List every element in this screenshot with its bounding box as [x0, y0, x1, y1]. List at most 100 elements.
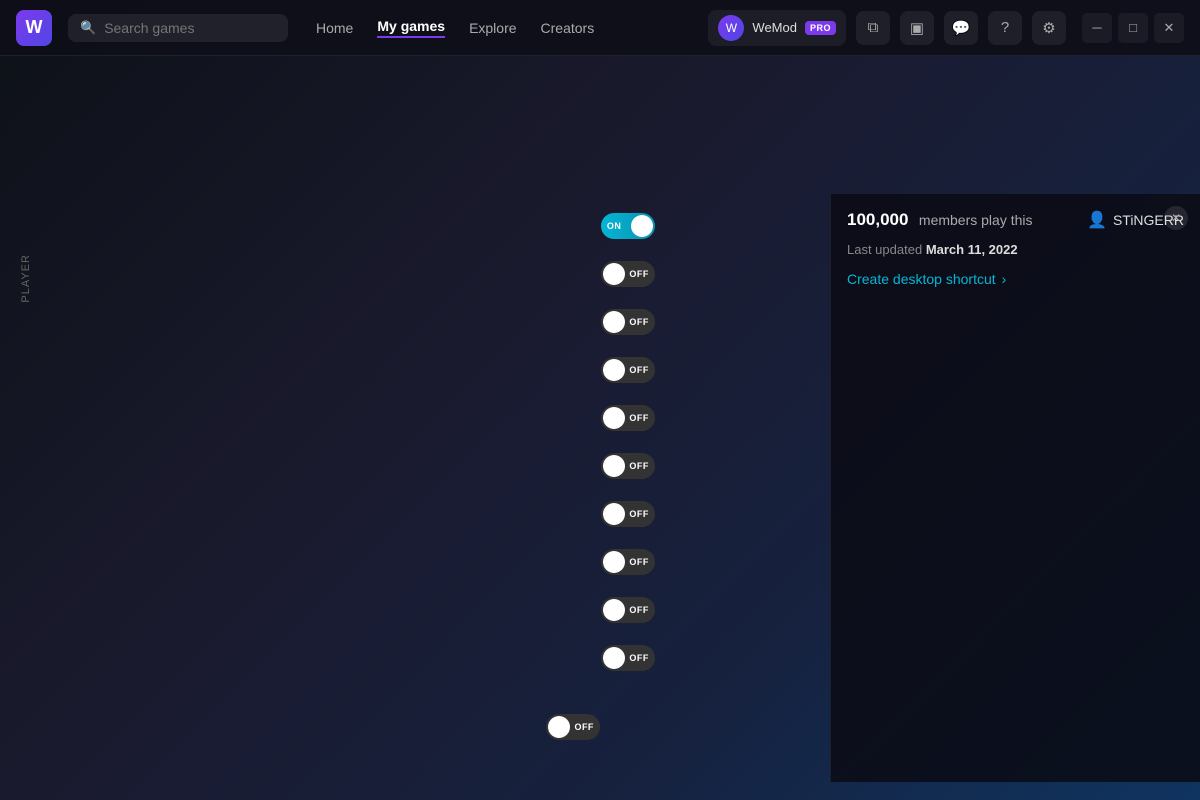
key-ctrl-unlimited-legacy[interactable]: CTRL	[679, 714, 730, 740]
bolt-icon-unlimited-dopamine: ⚡	[68, 458, 84, 474]
minimize-button[interactable]: ─	[1082, 13, 1112, 43]
key-numpad0-easy-change-gen[interactable]: NUMPAD 0	[734, 645, 814, 671]
sidebar-divider-1	[14, 323, 38, 324]
toggle-unlimited-health[interactable]: ON	[601, 213, 655, 239]
cheat-row-no-hunger: ⚡ No Hunger OFF Toggle NUMPAD 3	[52, 298, 830, 346]
keybind-unlimited-health: Toggle NUMPAD 1	[665, 213, 814, 239]
key-numpad5-no-fatigue[interactable]: NUMPAD 5	[734, 405, 814, 431]
key-numpad9-unlimited-neural[interactable]: NUMPAD 9	[734, 597, 814, 623]
window-icon-btn[interactable]: ▣	[900, 11, 934, 45]
last-updated-date: March 11, 2022	[926, 242, 1018, 257]
toggle-label-no-hunger: OFF	[629, 317, 649, 327]
platform-tab-steam[interactable]: ♨ Steam	[20, 153, 118, 193]
app-logo[interactable]: W	[16, 10, 52, 46]
search-icon: 🔍	[80, 20, 96, 36]
key-toggle-no-poisoning[interactable]: Toggle	[665, 549, 730, 575]
key-toggle-no-hunger[interactable]: Toggle	[665, 309, 730, 335]
breadcrumb-root[interactable]: My games	[20, 68, 80, 83]
copy-icon-btn[interactable]: ⧉	[856, 11, 890, 45]
search-bar[interactable]: 🔍	[68, 14, 288, 42]
sidebar-item-misc[interactable]	[24, 502, 28, 602]
bolt-icon-no-poisoning: ⚡	[68, 554, 84, 570]
create-desktop-shortcut-link[interactable]: Create desktop shortcut ›	[847, 271, 1184, 287]
shortcut-label: Create desktop shortcut	[847, 271, 996, 287]
keybind-no-thirst: Toggle NUMPAD 4	[665, 357, 814, 383]
platform-tab-epic[interactable]: ε Epic	[122, 153, 207, 193]
toggle-knob-unlimited-dopamine	[603, 455, 625, 477]
close-button[interactable]: ✕	[1154, 13, 1184, 43]
key-toggle-unlimited-stamina[interactable]: Toggle	[665, 261, 730, 287]
user-name: WeMod	[752, 20, 797, 35]
keybind-fast-heal: Toggle NUMPAD 7	[665, 501, 814, 527]
tab-history[interactable]: History	[1108, 154, 1180, 192]
keybind-unlimited-neural: Toggle NUMPAD 9	[665, 597, 814, 623]
toggle-no-poisoning[interactable]: OFF	[601, 549, 655, 575]
info-updated: Last updated March 11, 2022	[847, 242, 1184, 257]
key-toggle-unlimited-dopamine[interactable]: Toggle	[665, 453, 730, 479]
key-numpad2-unlimited-stamina[interactable]: NUMPAD 2	[734, 261, 814, 287]
cheat-name-no-hunger: No Hunger	[94, 314, 591, 330]
game-header: Ancestors The Humankind Odyssey ☆ ⚡ Save…	[0, 91, 1200, 153]
nav-home[interactable]: Home	[316, 20, 353, 36]
cheat-row-no-fatigue: ⚡ No Fatigue OFF Toggle NUMPAD 5	[52, 394, 830, 442]
body-layout: 👤 Player 📊 ✕ ⚡ Unlimited Health ON Toggl…	[0, 194, 1200, 782]
toggle-unlimited-stamina[interactable]: OFF	[601, 261, 655, 287]
settings-icon-btn[interactable]: ⚙	[1032, 11, 1066, 45]
key-numpad6-unlimited-dopamine[interactable]: NUMPAD 6	[734, 453, 814, 479]
breadcrumb: My games ›	[0, 56, 1200, 91]
toggle-unlimited-neural[interactable]: OFF	[601, 597, 655, 623]
platform-tabs: ♨ Steam ε Epic 💬 Info | History	[0, 153, 1200, 194]
toggle-knob-no-poisoning	[603, 551, 625, 573]
toggle-fast-heal[interactable]: OFF	[601, 501, 655, 527]
help-icon-btn[interactable]: ?	[988, 11, 1022, 45]
steam-icon: ♨	[36, 163, 54, 181]
toggle-no-fatigue[interactable]: OFF	[601, 405, 655, 431]
toggle-label-no-poisoning: OFF	[629, 557, 649, 567]
cheat-name-unlimited-health: Unlimited Health	[94, 218, 591, 234]
key-toggle-unlimited-legacy[interactable]: Toggle	[610, 714, 675, 740]
key-toggle-unlimited-neural[interactable]: Toggle	[665, 597, 730, 623]
key-toggle-unlimited-health[interactable]: Toggle	[665, 213, 730, 239]
info-close-button[interactable]: ✕	[1164, 206, 1188, 230]
toggle-no-thirst[interactable]: OFF	[601, 357, 655, 383]
cheat-row-unlimited-dopamine: ⚡ Unlimited Dopamine OFF Toggle NUMPAD 6	[52, 442, 830, 490]
nav-explore[interactable]: Explore	[469, 20, 516, 36]
chat-icon[interactable]: 💬	[1015, 163, 1037, 184]
key-numpad1-unlimited-health[interactable]: NUMPAD 1	[734, 213, 814, 239]
sidebar-item-player[interactable]: 👤	[8, 210, 44, 246]
cheats-container: ⚡ Unlimited Health ON Toggle NUMPAD 1 ⚡ …	[52, 194, 830, 782]
cheat-name-unlimited-dopamine: Unlimited Dopamine	[94, 458, 591, 474]
key-toggle-easy-change-gen[interactable]: Toggle	[665, 645, 730, 671]
search-input[interactable]	[104, 20, 276, 36]
play-button[interactable]: W Play ▾	[1068, 96, 1180, 136]
discord-icon-btn[interactable]: 💬	[944, 11, 978, 45]
sidebar-item-world[interactable]: ✕	[8, 421, 44, 457]
nav-my-games[interactable]: My games	[377, 18, 445, 38]
cheat-row-unlimited-legacy: ⚡ Unlimited Legacy Points OFF Toggle CTR…	[52, 703, 830, 751]
toggle-unlimited-legacy[interactable]: OFF	[546, 714, 600, 740]
toggle-no-hunger[interactable]: OFF	[601, 309, 655, 335]
toggle-knob-unlimited-legacy	[548, 716, 570, 738]
key-toggle-no-fatigue[interactable]: Toggle	[665, 405, 730, 431]
sidebar-item-stats[interactable]: 📊	[8, 344, 44, 380]
key-toggle-no-thirst[interactable]: Toggle	[665, 357, 730, 383]
cheat-name-unlimited-stamina: Unlimited Stamina	[94, 266, 591, 282]
key-numpad3-no-hunger[interactable]: NUMPAD 3	[734, 309, 814, 335]
key-toggle-fast-heal[interactable]: Toggle	[665, 501, 730, 527]
sidebar-label-player: Player	[20, 254, 32, 303]
tab-info[interactable]: Info	[1053, 154, 1104, 192]
user-badge[interactable]: W WeMod PRO	[708, 10, 846, 46]
toggle-unlimited-dopamine[interactable]: OFF	[601, 453, 655, 479]
nav-right: W WeMod PRO ⧉ ▣ 💬 ? ⚙ ─ □ ✕	[708, 10, 1184, 46]
key-numpad8-no-poisoning[interactable]: NUMPAD 8	[734, 549, 814, 575]
key-numpad4-no-thirst[interactable]: NUMPAD 4	[734, 357, 814, 383]
toggle-knob-no-thirst	[603, 359, 625, 381]
play-we-logo: W	[1088, 106, 1108, 126]
toggle-easy-change-gen[interactable]: OFF	[601, 645, 655, 671]
favorite-icon[interactable]: ☆	[511, 104, 529, 129]
key-numpad7-fast-heal[interactable]: NUMPAD 7	[734, 501, 814, 527]
maximize-button[interactable]: □	[1118, 13, 1148, 43]
nav-creators[interactable]: Creators	[541, 20, 595, 36]
save-cheats-button[interactable]: ⚡ Save cheats 1	[887, 95, 1056, 137]
key-numpad1-unlimited-legacy[interactable]: NUMPAD 1	[734, 714, 814, 740]
